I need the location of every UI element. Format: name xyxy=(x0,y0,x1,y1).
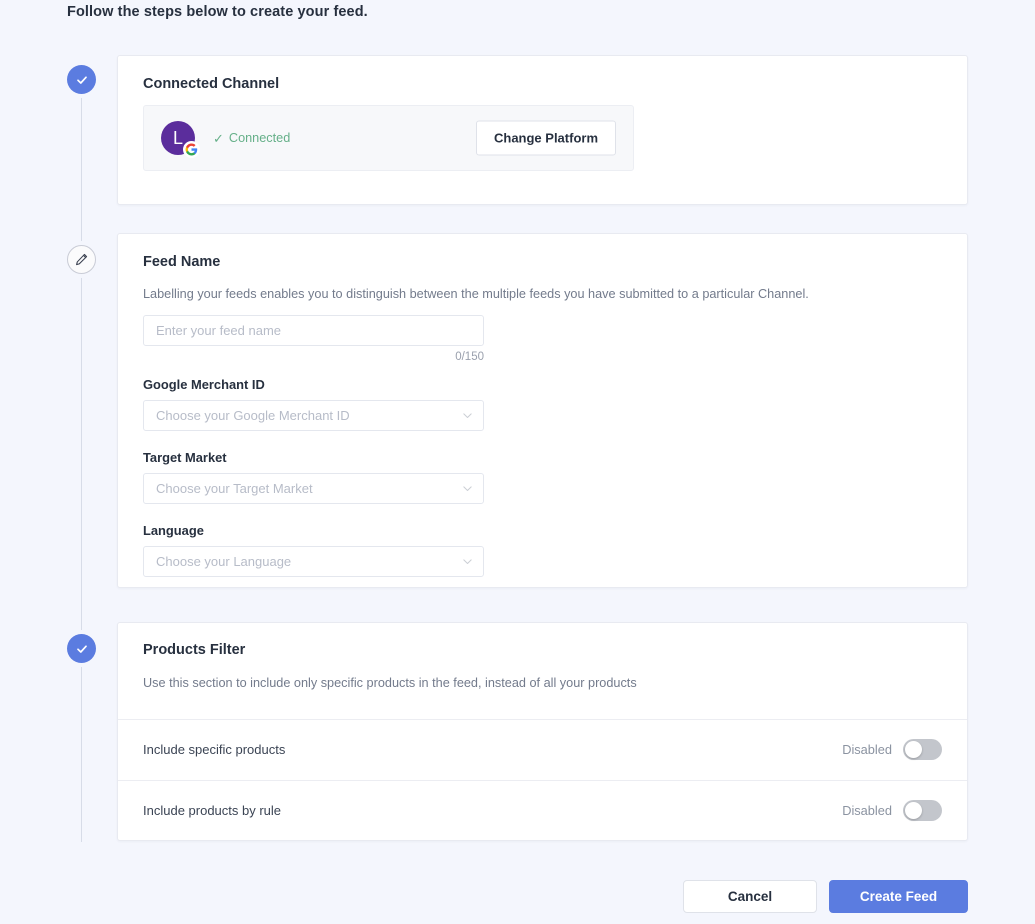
chevron-down-icon xyxy=(463,413,472,419)
feed-name-input[interactable] xyxy=(143,315,484,346)
include-specific-products-label: Include specific products xyxy=(143,742,286,757)
connection-status: ✓ Connected xyxy=(213,131,290,145)
feed-name-description: Labelling your feeds enables you to dist… xyxy=(143,287,809,301)
check-icon xyxy=(76,644,87,653)
include-products-by-rule-state: Disabled xyxy=(842,803,892,818)
google-merchant-id-select[interactable]: Choose your Google Merchant ID xyxy=(143,400,484,431)
pencil-icon xyxy=(76,253,88,266)
avatar: L xyxy=(161,121,200,158)
cancel-button[interactable]: Cancel xyxy=(683,880,817,913)
language-select[interactable]: Choose your Language xyxy=(143,546,484,577)
target-market-label: Target Market xyxy=(143,450,227,465)
connection-status-label: Connected xyxy=(228,131,291,145)
feed-name-card: Feed Name Labelling your feeds enables y… xyxy=(117,233,968,588)
google-merchant-id-value: Choose your Google Merchant ID xyxy=(156,408,350,423)
google-merchant-id-label: Google Merchant ID xyxy=(143,377,265,392)
check-icon xyxy=(76,75,87,84)
include-products-by-rule-toggle[interactable] xyxy=(903,800,942,821)
target-market-select[interactable]: Choose your Target Market xyxy=(143,473,484,504)
chevron-down-icon xyxy=(463,559,472,565)
toggle-knob xyxy=(905,802,922,819)
toggle-knob xyxy=(905,741,922,758)
target-market-value: Choose your Target Market xyxy=(156,481,313,496)
google-icon xyxy=(185,143,198,156)
platform-badge xyxy=(183,141,200,158)
feed-name-title: Feed Name xyxy=(143,254,221,270)
include-products-by-rule-row: Include products by rule Disabled xyxy=(118,780,967,841)
language-label: Language xyxy=(143,523,204,538)
include-specific-products-toggle[interactable] xyxy=(903,739,942,760)
create-feed-button[interactable]: Create Feed xyxy=(829,880,968,913)
products-filter-card: Products Filter Use this section to incl… xyxy=(117,622,968,841)
feed-name-char-counter: 0/150 xyxy=(455,351,484,363)
include-specific-products-state: Disabled xyxy=(842,742,892,757)
connected-channel-panel: L ✓ Connected Change Platform xyxy=(143,105,634,171)
products-filter-description: Use this section to include only specifi… xyxy=(143,676,637,690)
connected-channel-title: Connected Channel xyxy=(143,76,280,92)
footer-actions: Cancel Create Feed xyxy=(117,880,968,913)
page-title: Follow the steps below to create your fe… xyxy=(67,4,368,20)
stepper-rail xyxy=(81,80,82,842)
connected-channel-card: Connected Channel L ✓ Connected Change P… xyxy=(117,55,968,205)
step-indicator-feed-name xyxy=(67,245,96,274)
step-indicator-connected-channel xyxy=(67,65,96,94)
include-products-by-rule-label: Include products by rule xyxy=(143,803,282,818)
change-platform-button[interactable]: Change Platform xyxy=(475,120,616,156)
include-specific-products-row: Include specific products Disabled xyxy=(118,719,967,780)
chevron-down-icon xyxy=(463,486,472,492)
step-indicator-products-filter xyxy=(67,634,96,663)
products-filter-title: Products Filter xyxy=(143,642,246,658)
check-icon: ✓ xyxy=(213,130,224,146)
language-value: Choose your Language xyxy=(156,554,292,569)
